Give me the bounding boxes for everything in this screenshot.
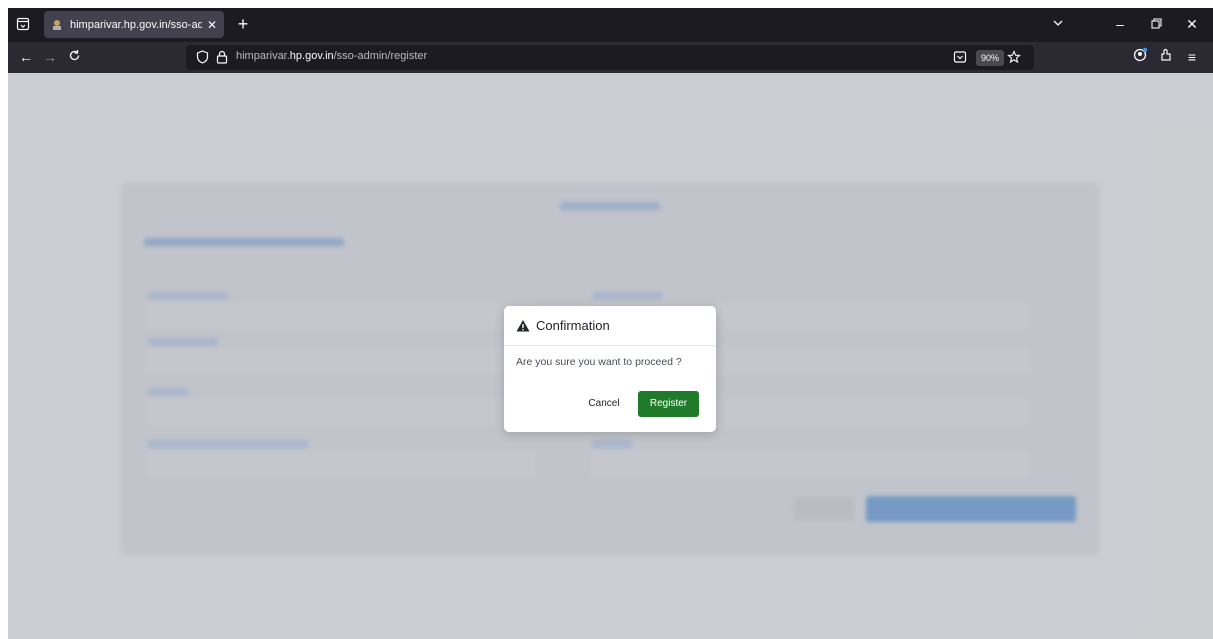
menu-hamburger-icon[interactable]: ≡ [1180,46,1204,68]
extensions-icon[interactable] [1154,46,1178,68]
shield-icon[interactable] [194,49,210,65]
url-domain: hp.gov.in [289,50,334,62]
back-arrow-icon[interactable]: ← [14,46,38,68]
url-text: himparivar.hp.gov.in/sso-admin/register [236,50,427,62]
confirmation-dialog: Confirmation Are you sure you want to pr… [504,306,716,432]
address-bar[interactable]: himparivar.hp.gov.in/sso-admin/register … [186,45,1034,70]
browser-window: himparivar.hp.gov.in/sso-admin ✕ + – ✕ ←… [8,8,1213,639]
warning-triangle-icon [516,319,530,331]
url-path: /sso-admin/register [333,50,428,62]
page-viewport: Confirmation Are you sure you want to pr… [8,73,1213,639]
navigation-bar: ← → himparivar.hp.gov.in/sso-admin/regis… [8,42,1213,73]
close-window-icon[interactable]: ✕ [1180,13,1204,35]
tab-strip: himparivar.hp.gov.in/sso-admin ✕ + – ✕ [8,8,1213,42]
tab-sso-admin[interactable]: himparivar.hp.gov.in/sso-admin ✕ [44,11,224,38]
zoom-level-badge[interactable]: 90% [976,50,1005,66]
plus-icon: + [237,14,249,34]
list-all-tabs-icon[interactable] [12,13,34,35]
tab-overflow-chevron-icon[interactable] [1046,13,1070,35]
lock-icon[interactable] [214,49,230,65]
dialog-header: Confirmation [504,306,716,346]
tab-title: himparivar.hp.gov.in/sso-admin [70,18,202,31]
url-prefix: himparivar. [236,50,290,62]
bookmark-star-icon[interactable] [1006,49,1022,65]
dialog-message: Are you sure you want to proceed ? [516,356,682,368]
dialog-title: Confirmation [536,318,610,333]
register-button[interactable]: Register [638,391,699,417]
new-tab-button[interactable]: + [232,13,254,35]
account-icon[interactable] [1128,46,1152,68]
restore-icon[interactable] [1144,13,1168,35]
save-to-pocket-icon[interactable] [952,49,968,65]
emblem-favicon-icon [50,18,64,32]
minimize-icon[interactable]: – [1108,13,1132,35]
cancel-button[interactable]: Cancel [584,392,624,416]
reload-icon[interactable] [62,46,86,68]
close-tab-icon[interactable]: ✕ [206,18,218,32]
forward-arrow-icon[interactable]: → [38,46,62,68]
